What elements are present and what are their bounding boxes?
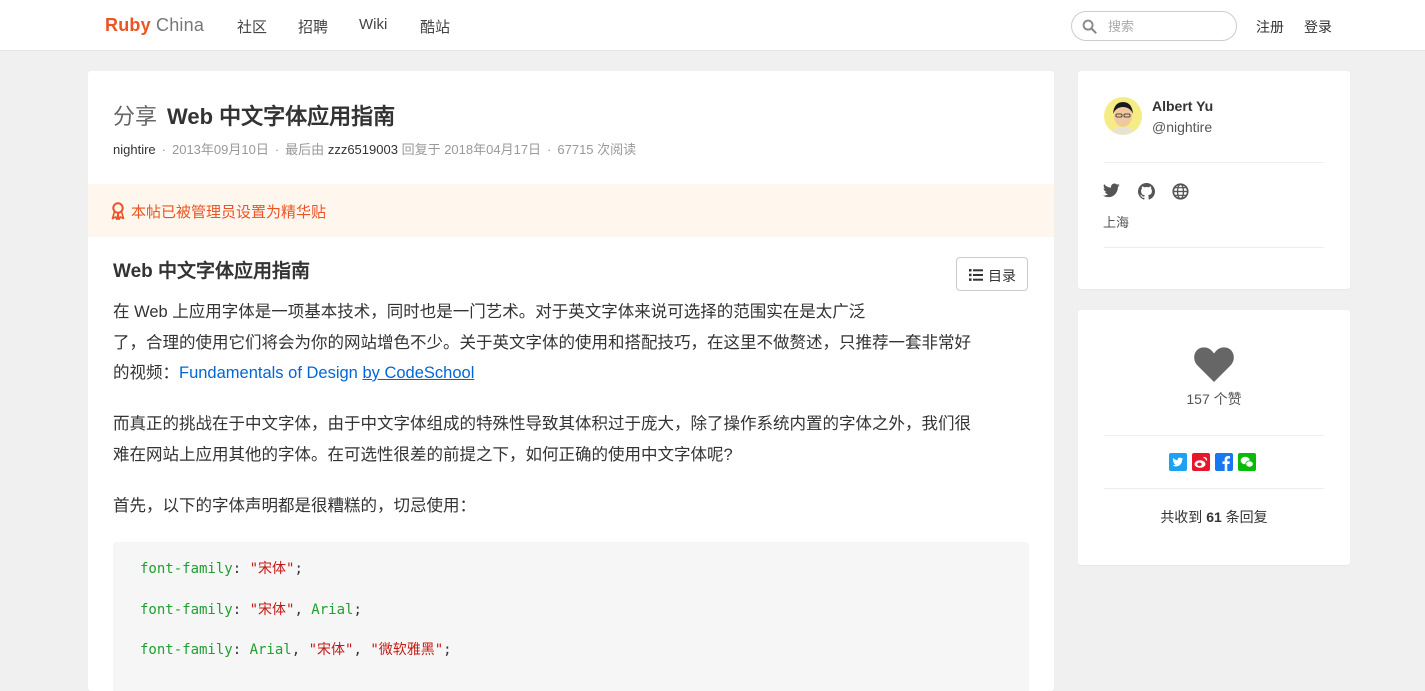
paragraph-line: 的视频：Fundamentals of Design by CodeSchool <box>113 358 971 389</box>
paragraph-line: 在 Web 上应用字体是一项基本技术，同时也是一门艺术。对于英文字体来说可选择的… <box>113 303 866 321</box>
twitter-icon[interactable] <box>1103 183 1120 198</box>
meta-separator: · <box>547 142 552 157</box>
excellent-notice: 本帖已被管理员设置为精华贴 <box>88 184 1054 237</box>
search-icon <box>1082 19 1097 34</box>
replies-suffix: 条回复 <box>1225 509 1268 525</box>
topic-actions-card: 157 个赞 共收到 61 条回复 <box>1078 310 1350 565</box>
avatar-image <box>1104 97 1142 135</box>
excellent-notice-text: 本帖已被管理员设置为精华贴 <box>131 204 327 221</box>
replies-number: 61 <box>1206 509 1222 525</box>
user-card: Albert Yu @nightire 上海 <box>1078 71 1350 289</box>
wechat-share-icon[interactable] <box>1238 453 1256 471</box>
meta-separator: · <box>161 142 166 157</box>
list-icon <box>969 269 983 281</box>
code-line: font-family: Arial, "宋体", "微软雅黑"; <box>140 642 452 658</box>
topic-title-text: Web 中文字体应用指南 <box>167 104 396 129</box>
paragraph-line: 了，合理的使用它们将会为你的网站增色不少。关于英文字体的使用和搭配技巧，在这里不… <box>113 333 971 352</box>
facebook-share-icon[interactable] <box>1215 453 1233 471</box>
paragraph-line: 而真正的挑战在于中文字体，由于中文字体组成的特殊性导致其体积过于庞大，除了操作系… <box>113 415 971 433</box>
login-link[interactable]: 登录 <box>1304 17 1332 37</box>
brand-part2: China <box>156 15 205 35</box>
paragraph-warning: 首先，以下的字体声明都是很糟糕的，切忌使用： <box>113 497 476 515</box>
nav-item-sites[interactable]: 酷站 <box>420 16 450 37</box>
divider <box>1104 162 1324 163</box>
last-reply-prefix: 最后由 <box>285 142 325 157</box>
twitter-share-icon[interactable] <box>1169 453 1187 471</box>
weibo-share-icon[interactable] <box>1192 453 1210 471</box>
globe-icon[interactable] <box>1172 183 1189 200</box>
last-reply-at: 2018年04月17日 <box>444 142 542 157</box>
replies-count: 共收到 61 条回复 <box>1078 507 1350 527</box>
nav-item-wiki[interactable]: Wiki <box>359 16 387 33</box>
nav-item-jobs[interactable]: 招聘 <box>298 16 328 37</box>
divider <box>1104 435 1324 436</box>
code-line: font-family: "宋体", Arial; <box>140 602 362 618</box>
created-at: 2013年09月10日 <box>171 142 269 157</box>
user-location: 上海 <box>1103 215 1130 230</box>
award-ribbon-icon <box>111 202 125 220</box>
codeschool-link[interactable]: by CodeSchool <box>362 364 474 382</box>
search-input[interactable] <box>1108 17 1228 35</box>
topic-title: 分享 Web 中文字体应用指南 <box>113 99 395 131</box>
meta-separator: · <box>274 142 280 157</box>
signup-link[interactable]: 注册 <box>1256 17 1284 37</box>
author-link[interactable]: nightire <box>113 142 156 157</box>
avatar[interactable] <box>1104 97 1142 135</box>
video-prefix: 的视频： <box>113 364 179 382</box>
last-reply-user[interactable]: zzz6519003 <box>328 142 398 157</box>
search-box <box>1071 11 1237 41</box>
topic-card: 分享 Web 中文字体应用指南 nightire · 2013年09月10日 · 最后由 … <box>88 71 1054 691</box>
fundamentals-link[interactable]: Fundamentals of Design <box>179 364 358 382</box>
nav-item-community[interactable]: 社区 <box>237 16 267 37</box>
replies-prefix: 共收到 <box>1160 509 1203 525</box>
toc-button[interactable]: 目录 <box>956 257 1028 291</box>
navbar: Ruby China 社区 招聘 Wiki 酷站 注册 登录 <box>0 0 1425 51</box>
paragraph-challenge: 而真正的挑战在于中文字体，由于中文字体组成的特殊性导致其体积过于庞大，除了操作系… <box>113 409 971 470</box>
github-icon[interactable] <box>1138 183 1155 200</box>
divider <box>1104 488 1324 489</box>
node-label[interactable]: 分享 <box>113 104 157 129</box>
hits-count: 67715 次阅读 <box>557 142 637 157</box>
user-name[interactable]: Albert Yu <box>1152 98 1213 114</box>
last-reply-suffix: 回复于 <box>401 142 441 157</box>
likes-count: 157 个赞 <box>1186 391 1242 407</box>
code-line: font-family: "宋体"; <box>140 561 303 577</box>
paragraph-intro: 在 Web 上应用字体是一项基本技术，同时也是一门艺术。对于英文字体来说可选择的… <box>113 297 971 389</box>
brand-part1: Ruby <box>105 15 151 35</box>
paragraph-line: 难在网站上应用其他的字体。在可选性很差的前提之下，如何正确的使用中文字体呢? <box>113 445 733 464</box>
user-login[interactable]: @nightire <box>1152 119 1212 135</box>
content-heading: Web 中文字体应用指南 <box>113 261 311 282</box>
brand-logo[interactable]: Ruby China <box>105 15 204 36</box>
heart-icon[interactable] <box>1193 346 1235 383</box>
code-block: font-family: "宋体"; font-family: "宋体", Ar… <box>113 542 1029 691</box>
divider <box>1104 247 1324 248</box>
toc-label: 目录 <box>988 268 1016 284</box>
topic-meta: nightire · 2013年09月10日 · 最后由 zzz6519003 回复于 … <box>113 139 636 158</box>
